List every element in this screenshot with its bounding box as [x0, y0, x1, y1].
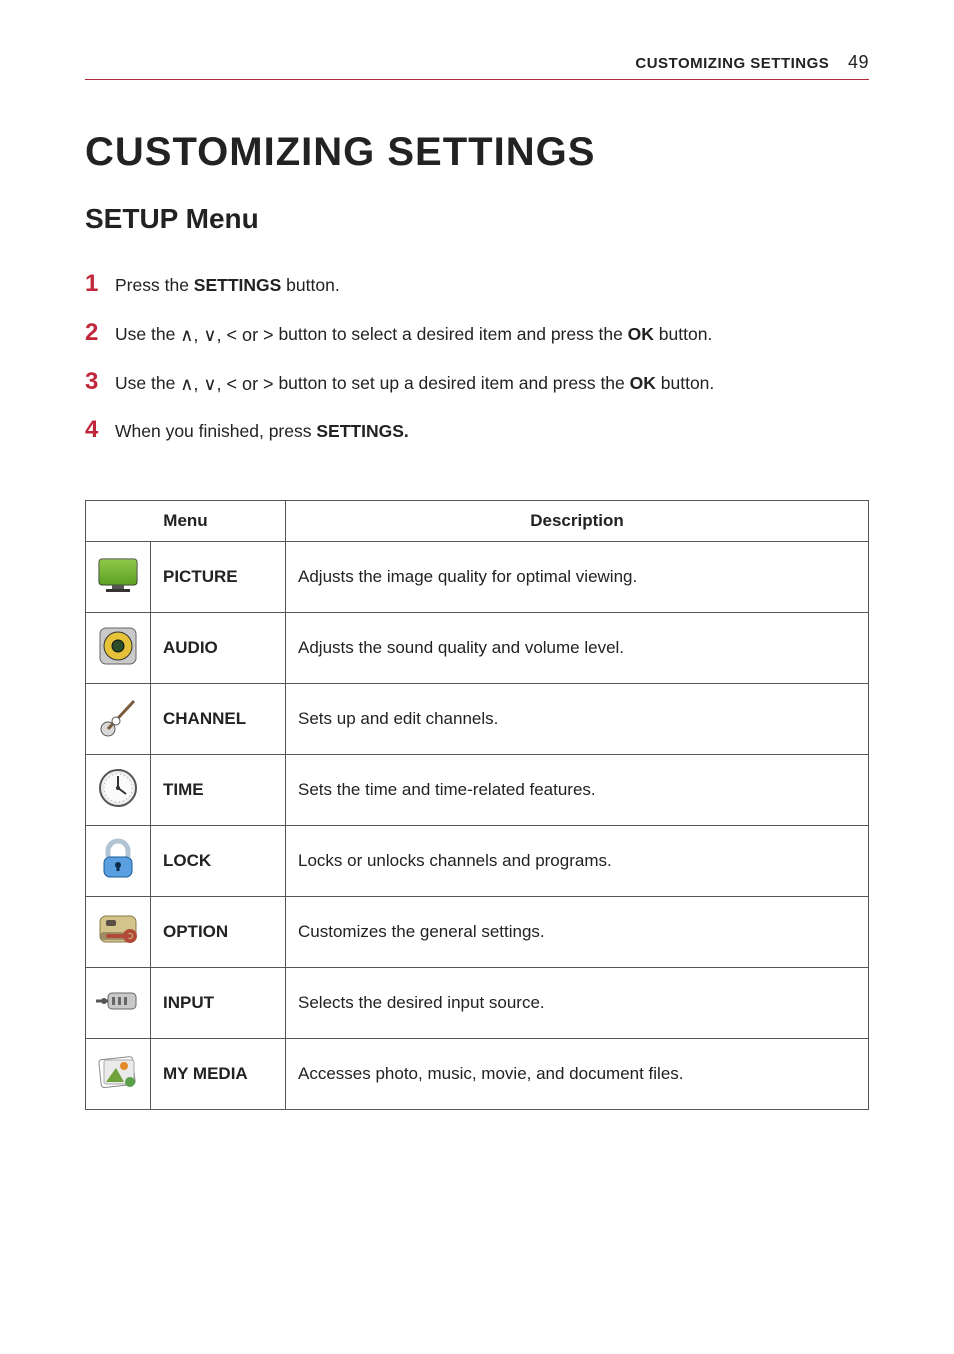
menu-label: MY MEDIA [151, 1039, 286, 1110]
table-row: INPUT Selects the desired input source. [86, 968, 869, 1039]
menu-label: INPUT [151, 968, 286, 1039]
menu-desc: Adjusts the sound quality and volume lev… [286, 613, 869, 684]
menu-label: OPTION [151, 897, 286, 968]
table-head-menu: Menu [86, 501, 286, 542]
table-row: AUDIO Adjusts the sound quality and volu… [86, 613, 869, 684]
page-header: CUSTOMIZING SETTINGS 49 [85, 52, 869, 80]
step-num: 1 [85, 261, 105, 308]
step-text: Use the ∧, ∨, < or > button to set up a … [115, 366, 714, 401]
menu-desc: Selects the desired input source. [286, 968, 869, 1039]
audio-icon [94, 622, 142, 670]
nav-arrows-icon: ∧, ∨, < or > [180, 374, 273, 394]
table-row: TIME Sets the time and time-related feat… [86, 755, 869, 826]
header-section: CUSTOMIZING SETTINGS [635, 55, 829, 72]
table-row: PICTURE Adjusts the image quality for op… [86, 542, 869, 613]
menu-desc: Sets the time and time-related features. [286, 755, 869, 826]
channel-icon [94, 693, 142, 741]
step-4: 4 When you finished, press SETTINGS. [85, 407, 869, 454]
step-2: 2 Use the ∧, ∨, < or > button to select … [85, 310, 869, 357]
table-row: CHANNEL Sets up and edit channels. [86, 684, 869, 755]
step-num: 2 [85, 310, 105, 357]
menu-label: PICTURE [151, 542, 286, 613]
menu-desc: Sets up and edit channels. [286, 684, 869, 755]
page-number: 49 [848, 52, 869, 72]
manual-page: CUSTOMIZING SETTINGS 49 CUSTOMIZING SETT… [0, 0, 954, 1354]
step-num: 4 [85, 407, 105, 454]
menu-desc: Adjusts the image quality for optimal vi… [286, 542, 869, 613]
step-3: 3 Use the ∧, ∨, < or > button to set up … [85, 359, 869, 406]
picture-icon [94, 551, 142, 599]
lock-icon [94, 835, 142, 883]
step-text: Press the SETTINGS button. [115, 268, 340, 302]
step-text: When you finished, press SETTINGS. [115, 414, 409, 448]
table-row: MY MEDIA Accesses photo, music, movie, a… [86, 1039, 869, 1110]
menu-label: AUDIO [151, 613, 286, 684]
step-text: Use the ∧, ∨, < or > button to select a … [115, 317, 712, 352]
menu-label: LOCK [151, 826, 286, 897]
table-row: OPTION Customizes the general settings. [86, 897, 869, 968]
menu-desc: Locks or unlocks channels and programs. [286, 826, 869, 897]
table-head-desc: Description [286, 501, 869, 542]
menu-label: CHANNEL [151, 684, 286, 755]
step-num: 3 [85, 359, 105, 406]
option-icon [94, 906, 142, 954]
nav-arrows-icon: ∧, ∨, < or > [180, 325, 273, 345]
table-row: LOCK Locks or unlocks channels and progr… [86, 826, 869, 897]
page-subtitle: SETUP Menu [85, 203, 869, 235]
page-title: CUSTOMIZING SETTINGS [85, 130, 869, 175]
setup-menu-table: Menu Description PICTURE Adjusts the ima… [85, 500, 869, 1110]
step-1: 1 Press the SETTINGS button. [85, 261, 869, 308]
mymedia-icon [94, 1048, 142, 1096]
steps-list: 1 Press the SETTINGS button. 2 Use the ∧… [85, 261, 869, 454]
time-icon [94, 764, 142, 812]
menu-label: TIME [151, 755, 286, 826]
menu-desc: Customizes the general settings. [286, 897, 869, 968]
input-icon [94, 977, 142, 1025]
menu-desc: Accesses photo, music, movie, and docume… [286, 1039, 869, 1110]
